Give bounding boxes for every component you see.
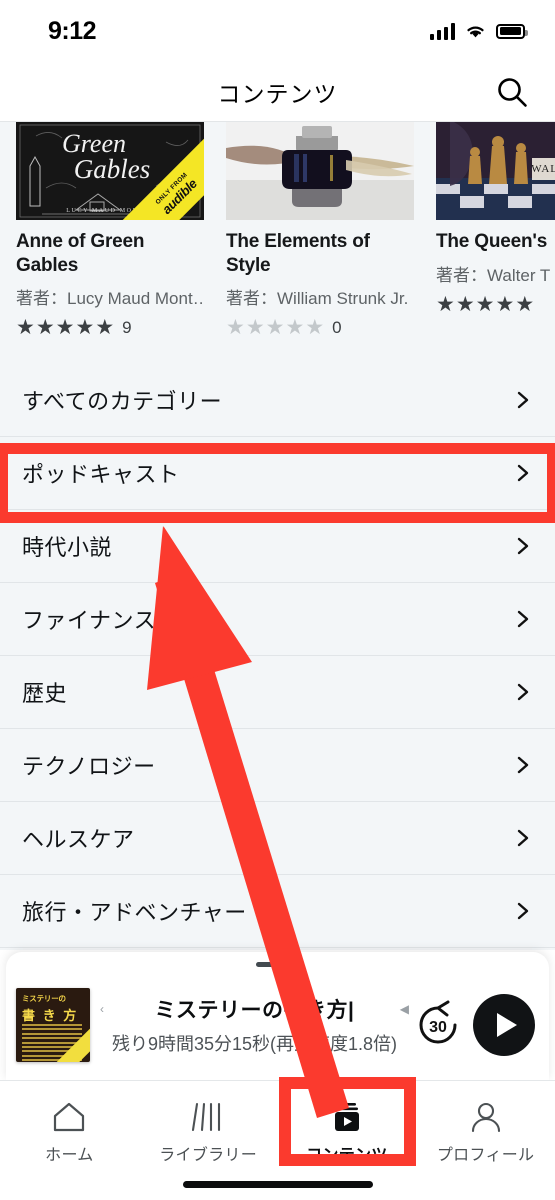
home-icon — [52, 1100, 86, 1134]
status-time: 9:12 — [48, 16, 97, 45]
mini-player[interactable]: ミステリーの 書 き 方 ‹ ミステリーの書き方| ◀ 残り9時間35分15秒(… — [6, 952, 549, 1080]
review-count: 9 — [122, 317, 132, 337]
content-play-icon — [331, 1100, 363, 1134]
now-playing-title: ミステリーの書き方| — [154, 999, 355, 1022]
drag-handle[interactable] — [255, 962, 300, 967]
home-indicator — [182, 1181, 373, 1188]
category-label: ファイナンス — [22, 608, 157, 633]
now-playing-remaining-time: 残り9時間35分15秒(再生速度1.8倍) — [111, 1034, 398, 1054]
book-author: 著者：Lucy Maud Mont… — [16, 289, 204, 309]
chevron-right-icon — [517, 610, 529, 628]
chevron-right-icon — [517, 829, 529, 847]
category-label: 旅行・アドベンチャー — [22, 900, 247, 925]
chevron-right-icon — [517, 902, 529, 920]
status-bar: 9:12 — [0, 0, 555, 62]
marquee-left-arrow: ‹ — [100, 1002, 104, 1016]
book-cover-image[interactable]: Green Gables LUCY MAUD MONTG ONLY FROM a… — [16, 122, 204, 220]
category-row-healthcare[interactable]: ヘルスケア — [0, 802, 555, 875]
book-cover-image[interactable] — [226, 122, 414, 220]
book-rating: ★ ★ ★ ★ ★ — [436, 292, 535, 316]
category-label: テクノロジー — [22, 754, 156, 779]
category-row-travel-adventure[interactable]: 旅行・アドベンチャー — [0, 875, 555, 948]
svg-text:Gables: Gables — [74, 154, 151, 184]
book-card[interactable]: Green Gables LUCY MAUD MONTG ONLY FROM a… — [16, 122, 204, 352]
category-label: 時代小説 — [22, 535, 113, 560]
artwork-text-lines — [22, 1024, 82, 1062]
svg-text:WALTER: WALTER — [531, 163, 555, 175]
play-button[interactable] — [473, 994, 535, 1056]
book-author: 著者：William Strunk Jr. — [226, 289, 409, 309]
tab-library[interactable]: ライブラリー — [139, 1081, 278, 1173]
search-icon[interactable] — [491, 71, 533, 113]
artwork-title-line2: 書 き 方 — [22, 1008, 79, 1023]
library-icon — [191, 1100, 225, 1134]
wifi-icon — [467, 26, 484, 37]
marquee-right-arrow: ◀ — [399, 1002, 409, 1016]
now-playing-artwork[interactable]: ミステリーの 書 き 方 — [16, 988, 90, 1062]
page-title: コンテンツ — [217, 80, 338, 107]
book-card[interactable]: WALTER The Queen's 著者：Walter T ★★★★★ — [436, 122, 555, 352]
category-row-finance[interactable]: ファイナンス — [0, 583, 555, 656]
tab-label: ホーム — [45, 1146, 94, 1164]
category-row-podcast[interactable]: ポッドキャスト — [0, 437, 555, 510]
book-rating: ★ ★ ★ ★ ★ 0 — [226, 316, 342, 340]
nav-header: コンテンツ — [0, 62, 555, 122]
battery-icon — [496, 23, 528, 39]
now-playing-info[interactable]: ‹ ミステリーの書き方| ◀ 残り9時間35分15秒(再生速度1.8倍) — [90, 994, 413, 1056]
category-label: 歴史 — [22, 681, 68, 706]
category-label: すべてのカテゴリー — [22, 389, 223, 414]
chevron-right-icon — [517, 391, 529, 409]
phone-screen: 9:12 コンテンツ Green Gables LUCY MAUD MONTG … — [0, 0, 555, 1200]
play-icon[interactable] — [473, 994, 535, 1056]
artwork-title-line1: ミステリーの — [22, 994, 66, 1003]
tab-content[interactable]: コンテンツ — [278, 1081, 417, 1173]
chevron-right-icon — [517, 537, 529, 555]
category-row-all[interactable]: すべてのカテゴリー — [0, 364, 555, 437]
category-row-technology[interactable]: テクノロジー — [0, 729, 555, 802]
book-rating: ★ ★ ★ ★ ★ 9 — [16, 316, 132, 340]
book-title: The Elements of Style — [226, 231, 370, 276]
book-title: Anne of Green Gables — [16, 231, 145, 276]
book-author: 著者：Walter T — [436, 265, 551, 285]
bottom-tab-bar: ホーム ライブラリー コンテンツ プロフィール — [0, 1080, 555, 1200]
content-scroll-area[interactable]: Green Gables LUCY MAUD MONTG ONLY FROM a… — [0, 122, 555, 950]
status-indicators — [429, 22, 528, 40]
book-carousel[interactable]: Green Gables LUCY MAUD MONTG ONLY FROM a… — [0, 122, 555, 352]
category-list: すべてのカテゴリー ポッドキャスト 時代小説 ファイナンス 歴史 テクノロジー — [0, 364, 555, 948]
category-row-history[interactable]: 歴史 — [0, 656, 555, 729]
book-card[interactable]: The Elements of Style 著者：William Strunk … — [226, 122, 414, 352]
book-title: The Queen's — [436, 231, 548, 252]
rewind-30-icon[interactable]: 30 — [413, 1000, 463, 1050]
tab-label: プロフィール — [436, 1146, 535, 1164]
category-label: ヘルスケア — [22, 827, 135, 852]
book-cover-image[interactable]: WALTER — [436, 122, 555, 220]
category-row-historical-fiction[interactable]: 時代小説 — [0, 510, 555, 583]
tab-profile[interactable]: プロフィール — [416, 1081, 555, 1173]
profile-icon — [469, 1100, 503, 1134]
rewind-label: 30 — [429, 1019, 447, 1036]
tab-home[interactable]: ホーム — [0, 1081, 139, 1173]
review-count: 0 — [332, 317, 342, 337]
category-label: ポッドキャスト — [22, 462, 180, 487]
chevron-right-icon — [517, 464, 529, 482]
cellular-signal-icon — [429, 22, 455, 40]
tab-label: ライブラリー — [159, 1146, 258, 1164]
chevron-right-icon — [517, 756, 529, 774]
tab-label: コンテンツ — [306, 1146, 388, 1164]
chevron-right-icon — [517, 683, 529, 701]
